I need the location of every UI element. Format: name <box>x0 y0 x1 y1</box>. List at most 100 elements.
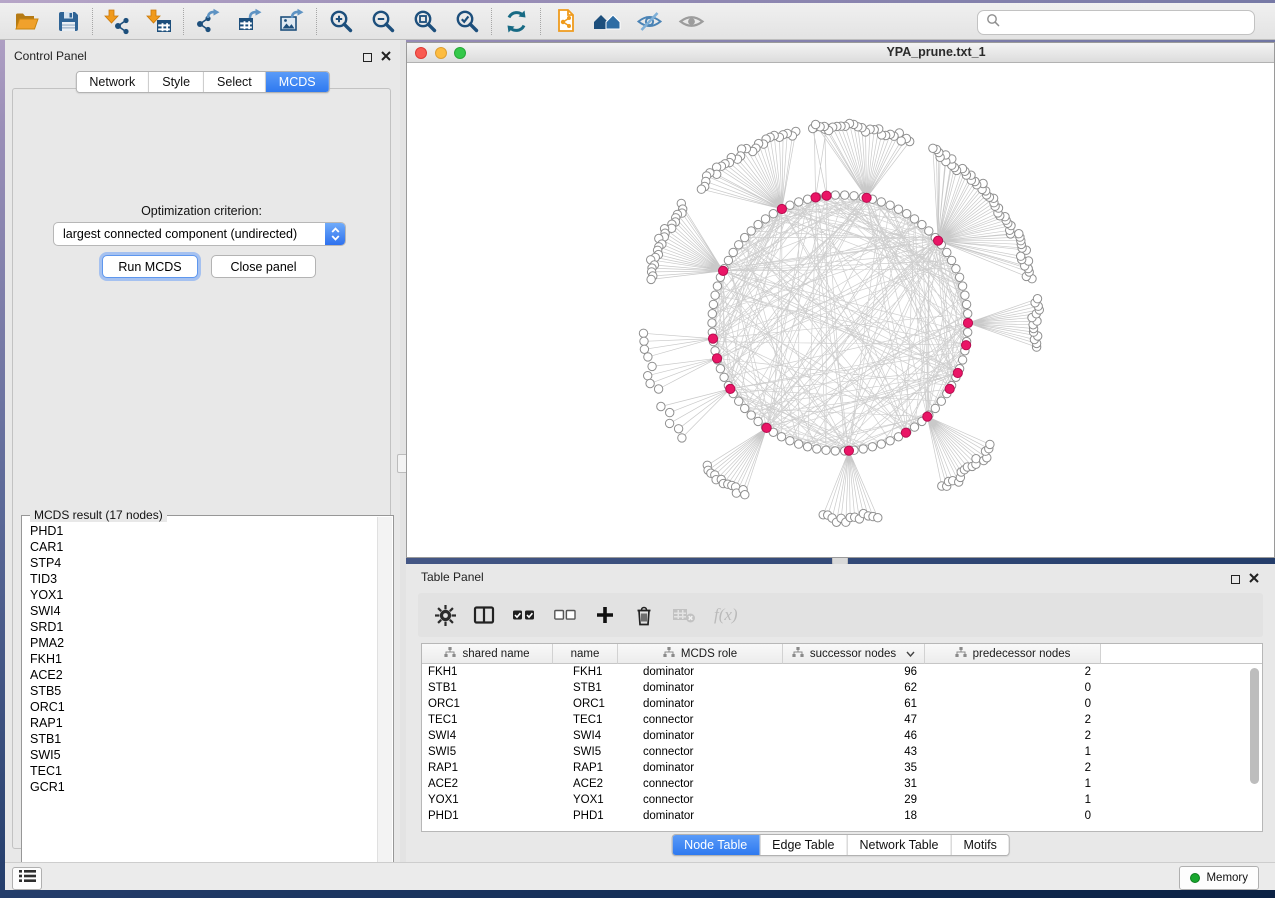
import-network-icon[interactable] <box>96 5 138 37</box>
tab-select[interactable]: Select <box>203 72 265 92</box>
result-list-item[interactable]: YOX1 <box>30 587 377 603</box>
import-table-icon[interactable] <box>138 5 180 37</box>
table-row[interactable]: SWI5SWI5connector431 <box>422 744 1262 760</box>
result-list-item[interactable]: SWI5 <box>30 747 377 763</box>
select-all-icon[interactable] <box>512 603 536 627</box>
table-mode-gear-icon[interactable] <box>434 603 456 627</box>
copy-network-icon[interactable] <box>544 5 586 37</box>
table-cell: ORC1 <box>553 698 618 710</box>
close-table-panel-icon[interactable] <box>1249 570 1259 588</box>
table-cell: connector <box>618 746 783 758</box>
hide-selected-icon[interactable] <box>628 5 670 37</box>
float-table-panel-icon[interactable] <box>1231 575 1240 584</box>
network-window-titlebar[interactable]: YPA_prune.txt_1 <box>407 43 1274 63</box>
optimization-criterion-label: Optimization criterion: <box>13 204 390 218</box>
table-cell: 0 <box>925 682 1101 694</box>
table-scrollbar[interactable] <box>1249 668 1260 823</box>
result-list-item[interactable]: STB1 <box>30 731 377 747</box>
result-list-item[interactable]: GCR1 <box>30 779 377 795</box>
zoom-selected-icon[interactable] <box>446 5 488 37</box>
search-input[interactable] <box>1005 15 1254 31</box>
table-row[interactable]: PHD1PHD1dominator180 <box>422 808 1262 824</box>
zoom-out-icon[interactable] <box>362 5 404 37</box>
close-panel-button[interactable]: Close panel <box>211 255 316 278</box>
zoom-in-icon[interactable] <box>320 5 362 37</box>
criterion-select[interactable]: largest connected component (undirected) <box>53 222 346 246</box>
table-panel: Table Panel f(x) shared namenameMCDS rol… <box>406 564 1275 862</box>
result-list-item[interactable]: SRD1 <box>30 619 377 635</box>
result-list-item[interactable]: TEC1 <box>30 763 377 779</box>
column-header-predecessor-nodes[interactable]: predecessor nodes <box>925 644 1101 664</box>
result-list-item[interactable]: PHD1 <box>30 523 377 539</box>
result-list-item[interactable]: RAP1 <box>30 715 377 731</box>
add-column-icon[interactable] <box>594 603 616 627</box>
search-box[interactable] <box>977 10 1255 35</box>
table-cell: dominator <box>618 762 783 774</box>
namespace-icon <box>792 647 804 661</box>
result-list-item[interactable]: SWI4 <box>30 603 377 619</box>
column-header-name[interactable]: name <box>553 644 618 664</box>
export-image-icon[interactable] <box>271 5 313 37</box>
close-window-icon[interactable] <box>415 47 427 59</box>
float-panel-icon[interactable] <box>363 53 372 62</box>
table-row[interactable]: SWI4SWI4dominator462 <box>422 728 1262 744</box>
result-scrollbar[interactable] <box>377 517 392 886</box>
table-row[interactable]: TEC1TEC1connector472 <box>422 712 1262 728</box>
table-cell: TEC1 <box>553 714 618 726</box>
show-all-icon[interactable] <box>670 5 712 37</box>
tab-style[interactable]: Style <box>148 72 203 92</box>
column-header-shared-name[interactable]: shared name <box>422 644 553 664</box>
minimize-window-icon[interactable] <box>435 47 447 59</box>
tab-edge-table[interactable]: Edge Table <box>759 835 846 855</box>
zoom-fit-icon[interactable] <box>404 5 446 37</box>
network-canvas[interactable] <box>407 62 1274 557</box>
table-row[interactable]: STB1STB1dominator620 <box>422 680 1262 696</box>
maximize-window-icon[interactable] <box>454 47 466 59</box>
scrollbar-thumb[interactable] <box>1250 668 1259 784</box>
result-list-item[interactable]: PMA2 <box>30 635 377 651</box>
result-list-item[interactable]: FKH1 <box>30 651 377 667</box>
network-graph[interactable] <box>407 62 1274 557</box>
result-list-item[interactable]: STB5 <box>30 683 377 699</box>
result-list-item[interactable]: TID3 <box>30 571 377 587</box>
table-cell: dominator <box>618 810 783 822</box>
column-header-successor-nodes[interactable]: successor nodes <box>783 644 925 664</box>
table-cell: connector <box>618 714 783 726</box>
open-file-icon[interactable] <box>5 5 47 37</box>
tab-motifs[interactable]: Motifs <box>950 835 1008 855</box>
table-row[interactable]: RAP1RAP1dominator352 <box>422 760 1262 776</box>
task-list-icon <box>19 869 36 888</box>
memory-button[interactable]: Memory <box>1179 866 1259 890</box>
save-session-icon[interactable] <box>47 5 89 37</box>
mcds-result-list[interactable]: PHD1CAR1STP4TID3YOX1SWI4SRD1PMA2FKH1ACE2… <box>23 517 377 886</box>
table-row[interactable]: FKH1FKH1dominator962 <box>422 664 1262 680</box>
control-panel-tabbar: NetworkStyleSelectMCDS <box>75 71 329 93</box>
toolbar-separator <box>183 8 184 35</box>
tab-network-table[interactable]: Network Table <box>847 835 951 855</box>
show-columns-icon[interactable] <box>473 603 495 627</box>
tab-mcds[interactable]: MCDS <box>265 72 329 92</box>
export-table-icon[interactable] <box>229 5 271 37</box>
result-list-item[interactable]: STP4 <box>30 555 377 571</box>
table-row[interactable]: ORC1ORC1dominator610 <box>422 696 1262 712</box>
close-panel-icon[interactable] <box>381 48 391 66</box>
run-mcds-button[interactable]: Run MCDS <box>102 255 198 278</box>
first-neighbors-icon[interactable] <box>586 5 628 37</box>
deselect-all-icon[interactable] <box>553 603 577 627</box>
namespace-icon <box>663 647 675 661</box>
sort-descending-icon <box>906 648 915 660</box>
tab-network[interactable]: Network <box>76 72 148 92</box>
network-window-title: YPA_prune.txt_1 <box>886 45 985 59</box>
delete-column-icon[interactable] <box>633 603 655 627</box>
task-history-button[interactable] <box>12 867 42 890</box>
table-row[interactable]: YOX1YOX1connector291 <box>422 792 1262 808</box>
refresh-icon[interactable] <box>495 5 537 37</box>
result-list-item[interactable]: ACE2 <box>30 667 377 683</box>
table-row[interactable]: ACE2ACE2connector311 <box>422 776 1262 792</box>
tab-node-table[interactable]: Node Table <box>672 835 759 855</box>
table-toolbar: f(x) <box>418 593 1263 637</box>
export-network-icon[interactable] <box>187 5 229 37</box>
result-list-item[interactable]: ORC1 <box>30 699 377 715</box>
column-header-MCDS-role[interactable]: MCDS role <box>618 644 783 664</box>
result-list-item[interactable]: CAR1 <box>30 539 377 555</box>
